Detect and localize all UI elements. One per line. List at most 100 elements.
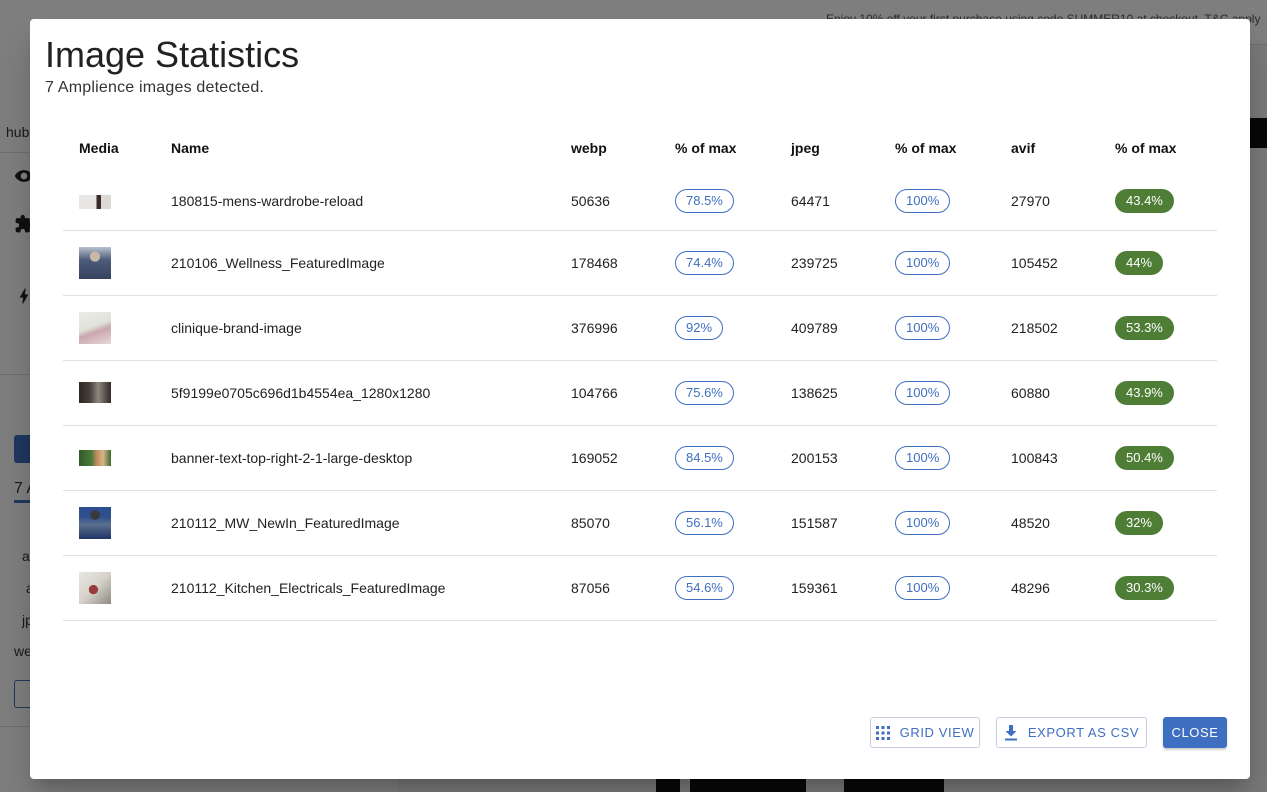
webp-size-cell: 169052 — [555, 425, 659, 491]
avif-percent-cell: 44% — [1099, 230, 1217, 296]
media-cell — [63, 490, 155, 556]
jpeg-size-cell: 159361 — [775, 555, 879, 621]
grid-icon — [875, 725, 890, 740]
avif-percent-chip: 44% — [1115, 250, 1164, 275]
column-header-name: Name — [171, 140, 210, 156]
avif-percent-cell: 30.3% — [1099, 555, 1217, 621]
avif-percent-chip: 50.4% — [1115, 445, 1174, 470]
jpeg-size-cell: 200153 — [775, 425, 879, 491]
webp-percent-chip: 54.6% — [675, 575, 734, 600]
name-cell: 210112_MW_NewIn_FeaturedImage — [155, 490, 555, 556]
webp-percent-cell: 74.4% — [659, 230, 775, 296]
column-header-jpeg-percent: % of max — [895, 140, 957, 156]
avif-size-cell: 48296 — [995, 555, 1099, 621]
image-thumbnail[interactable] — [79, 449, 111, 466]
grid-view-button[interactable]: Grid View — [870, 717, 980, 748]
avif-percent-chip: 30.3% — [1115, 575, 1174, 600]
media-cell — [63, 230, 155, 296]
table-header: Media Name webp % of max jpeg % of max a… — [63, 123, 1217, 173]
table-row: 5f9199e0705c696d1b4554ea_1280x1280 10476… — [63, 360, 1217, 426]
avif-size-cell: 100843 — [995, 425, 1099, 491]
table-row: 210112_Kitchen_Electricals_FeaturedImage… — [63, 555, 1217, 621]
image-thumbnail[interactable] — [79, 571, 111, 604]
avif-percent-cell: 53.3% — [1099, 295, 1217, 361]
webp-size-cell: 178468 — [555, 230, 659, 296]
image-thumbnail[interactable] — [79, 246, 111, 279]
table-row: 210106_Wellness_FeaturedImage 178468 74.… — [63, 230, 1217, 296]
avif-size-cell: 105452 — [995, 230, 1099, 296]
webp-percent-cell: 54.6% — [659, 555, 775, 621]
image-stats-table: Media Name webp % of max jpeg % of max a… — [63, 123, 1217, 621]
jpeg-percent-cell: 100% — [879, 230, 995, 296]
jpeg-percent-cell: 100% — [879, 425, 995, 491]
avif-size-cell: 48520 — [995, 490, 1099, 556]
media-cell — [63, 425, 155, 491]
name-cell: clinique-brand-image — [155, 295, 555, 361]
jpeg-percent-cell: 100% — [879, 555, 995, 621]
table-body: 180815-mens-wardrobe-reload 50636 78.5% … — [63, 173, 1217, 621]
jpeg-percent-chip: 100% — [895, 315, 951, 340]
name-cell: 210112_Kitchen_Electricals_FeaturedImage — [155, 555, 555, 621]
jpeg-percent-chip: 100% — [895, 380, 951, 405]
media-cell — [63, 295, 155, 361]
column-header-webp-percent: % of max — [675, 140, 737, 156]
webp-size-cell: 85070 — [555, 490, 659, 556]
webp-percent-cell: 78.5% — [659, 173, 775, 231]
jpeg-percent-chip: 100% — [895, 575, 951, 600]
jpeg-percent-chip: 100% — [895, 250, 951, 275]
avif-size-cell: 218502 — [995, 295, 1099, 361]
column-header-media: Media — [79, 140, 119, 156]
image-thumbnail[interactable] — [79, 195, 111, 210]
name-cell: 210106_Wellness_FeaturedImage — [155, 230, 555, 296]
webp-percent-cell: 92% — [659, 295, 775, 361]
avif-percent-chip: 43.9% — [1115, 380, 1174, 405]
webp-percent-cell: 56.1% — [659, 490, 775, 556]
grid-view-label: Grid View — [899, 725, 975, 740]
webp-size-cell: 87056 — [555, 555, 659, 621]
jpeg-size-cell: 138625 — [775, 360, 879, 426]
export-csv-label: Export as CSV — [1027, 725, 1140, 740]
avif-percent-chip: 32% — [1115, 510, 1164, 535]
jpeg-percent-cell: 100% — [879, 295, 995, 361]
avif-percent-chip: 53.3% — [1115, 315, 1174, 340]
close-button[interactable]: Close — [1163, 717, 1227, 748]
avif-percent-cell: 32% — [1099, 490, 1217, 556]
image-thumbnail[interactable] — [79, 382, 111, 403]
dialog-subtitle: 7 Amplience images detected. — [45, 79, 265, 96]
table-row: banner-text-top-right-2-1-large-desktop … — [63, 425, 1217, 491]
jpeg-size-cell: 239725 — [775, 230, 879, 296]
jpeg-percent-cell: 100% — [879, 490, 995, 556]
webp-size-cell: 376996 — [555, 295, 659, 361]
media-cell — [63, 173, 155, 231]
webp-percent-chip: 74.4% — [675, 250, 734, 275]
webp-percent-chip: 75.6% — [675, 380, 734, 405]
jpeg-percent-chip: 100% — [895, 189, 951, 214]
avif-percent-cell: 43.4% — [1099, 173, 1217, 231]
webp-percent-cell: 75.6% — [659, 360, 775, 426]
close-label: Close — [1171, 725, 1219, 740]
image-thumbnail[interactable] — [79, 506, 111, 539]
dialog-title: Image Statistics — [45, 34, 300, 75]
image-thumbnail[interactable] — [79, 311, 111, 344]
jpeg-size-cell: 64471 — [775, 173, 879, 231]
column-header-jpeg: jpeg — [791, 140, 820, 156]
name-cell: 180815-mens-wardrobe-reload — [155, 173, 555, 231]
webp-percent-chip: 78.5% — [675, 189, 734, 214]
avif-percent-cell: 50.4% — [1099, 425, 1217, 491]
jpeg-percent-cell: 100% — [879, 173, 995, 231]
webp-percent-cell: 84.5% — [659, 425, 775, 491]
jpeg-percent-chip: 100% — [895, 510, 951, 535]
media-cell — [63, 360, 155, 426]
webp-percent-chip: 84.5% — [675, 445, 734, 470]
table-row: 180815-mens-wardrobe-reload 50636 78.5% … — [63, 173, 1217, 231]
avif-size-cell: 60880 — [995, 360, 1099, 426]
image-statistics-dialog: Image Statistics 7 Amplience images dete… — [30, 19, 1250, 779]
media-cell — [63, 555, 155, 621]
jpeg-percent-chip: 100% — [895, 445, 951, 470]
jpeg-size-cell: 151587 — [775, 490, 879, 556]
name-cell: banner-text-top-right-2-1-large-desktop — [155, 425, 555, 491]
column-header-webp: webp — [571, 140, 607, 156]
download-icon — [1004, 724, 1017, 740]
name-cell: 5f9199e0705c696d1b4554ea_1280x1280 — [155, 360, 555, 426]
export-csv-button[interactable]: Export as CSV — [996, 717, 1147, 748]
